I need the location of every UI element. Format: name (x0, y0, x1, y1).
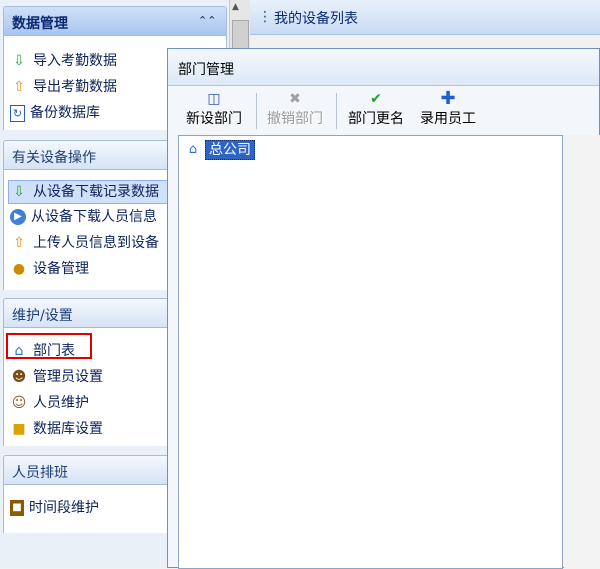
device-list-header: ⋮ 我的设备列表 (250, 0, 600, 35)
dialog-toolbar: ◫ 新设部门 ✖ 撤销部门 ✔ 部门更名 ✚ 录用员工 (176, 89, 596, 133)
highlight-box (6, 333, 92, 359)
nav-item-device-management[interactable]: ● 设备管理 (10, 258, 89, 280)
arrow-down-green-icon: ⇩ (13, 184, 25, 200)
nav-item-backup-database[interactable]: ↻ 备份数据库 (10, 102, 100, 124)
tree-node-head-office[interactable]: ⌂ 总公司 (185, 140, 255, 160)
admin-icon: ☻ (11, 369, 27, 385)
nav-item-export-attendance[interactable]: ⇧ 导出考勤数据 (10, 76, 117, 98)
group-title: 人员排班 (12, 465, 68, 481)
dialog-side-panel (564, 135, 600, 569)
group-header-data-management[interactable]: 数据管理 ⌃⌃ (3, 6, 227, 36)
nav-item-upload-personnel[interactable]: ⇧ 上传人员信息到设备 (10, 232, 159, 254)
toolbar-separator (336, 93, 337, 129)
arrow-up-orange-icon: ⇧ (13, 79, 25, 95)
check-icon: ✔ (370, 91, 382, 107)
department-management-dialog: 部门管理 ◫ 新设部门 ✖ 撤销部门 ✔ 部门更名 ✚ 录用员工 ⌂ 总公司 (167, 48, 600, 569)
hire-employee-button[interactable]: ✚ 录用员工 (412, 89, 484, 133)
time-period-icon: ■ (10, 500, 24, 516)
group-title: 有关设备操作 (12, 150, 96, 166)
department-tree[interactable]: ⌂ 总公司 (178, 135, 563, 569)
plus-icon: ✚ (440, 88, 456, 109)
dialog-title: 部门管理 (178, 62, 234, 78)
device-list-title: 我的设备列表 (274, 11, 358, 27)
nav-item-database-settings[interactable]: ■ 数据库设置 (10, 418, 103, 440)
grip-icon: ⋮ (258, 9, 272, 25)
backup-document-icon: ↻ (10, 104, 25, 122)
users-icon: ☺ (11, 395, 27, 411)
new-department-button[interactable]: ◫ 新设部门 (176, 89, 252, 133)
house-icon: ⌂ (188, 142, 198, 157)
revoke-department-button[interactable]: ✖ 撤销部门 (260, 89, 330, 133)
dialog-title-bar[interactable]: 部门管理 (168, 49, 599, 86)
download-circle-icon: ▶ (10, 209, 26, 225)
nav-item-time-period[interactable]: ■ 时间段维护 (10, 497, 99, 519)
arrow-up-orange-icon: ⇧ (13, 235, 25, 251)
rename-department-button[interactable]: ✔ 部门更名 (340, 89, 412, 133)
group-title: 维护/设置 (12, 308, 73, 324)
nav-item-personnel-maintenance[interactable]: ☺ 人员维护 (10, 392, 89, 414)
device-cluster-icon: ● (12, 261, 26, 277)
collapse-chevron-icon[interactable]: ⌃⌃ (198, 13, 216, 29)
arrow-down-green-icon: ⇩ (13, 53, 25, 69)
lock-icon: ■ (12, 421, 26, 437)
toolbar-separator (256, 93, 257, 129)
new-department-icon: ◫ (207, 91, 221, 107)
nav-item-admin-settings[interactable]: ☻ 管理员设置 (10, 366, 103, 388)
group-title: 数据管理 (12, 16, 68, 32)
nav-item-import-attendance[interactable]: ⇩ 导入考勤数据 (10, 50, 117, 72)
delete-x-icon: ✖ (289, 91, 301, 107)
scroll-up-arrow-icon[interactable]: ▲ (232, 2, 239, 12)
nav-item-download-personnel[interactable]: ▶ 从设备下载人员信息 (10, 206, 157, 228)
